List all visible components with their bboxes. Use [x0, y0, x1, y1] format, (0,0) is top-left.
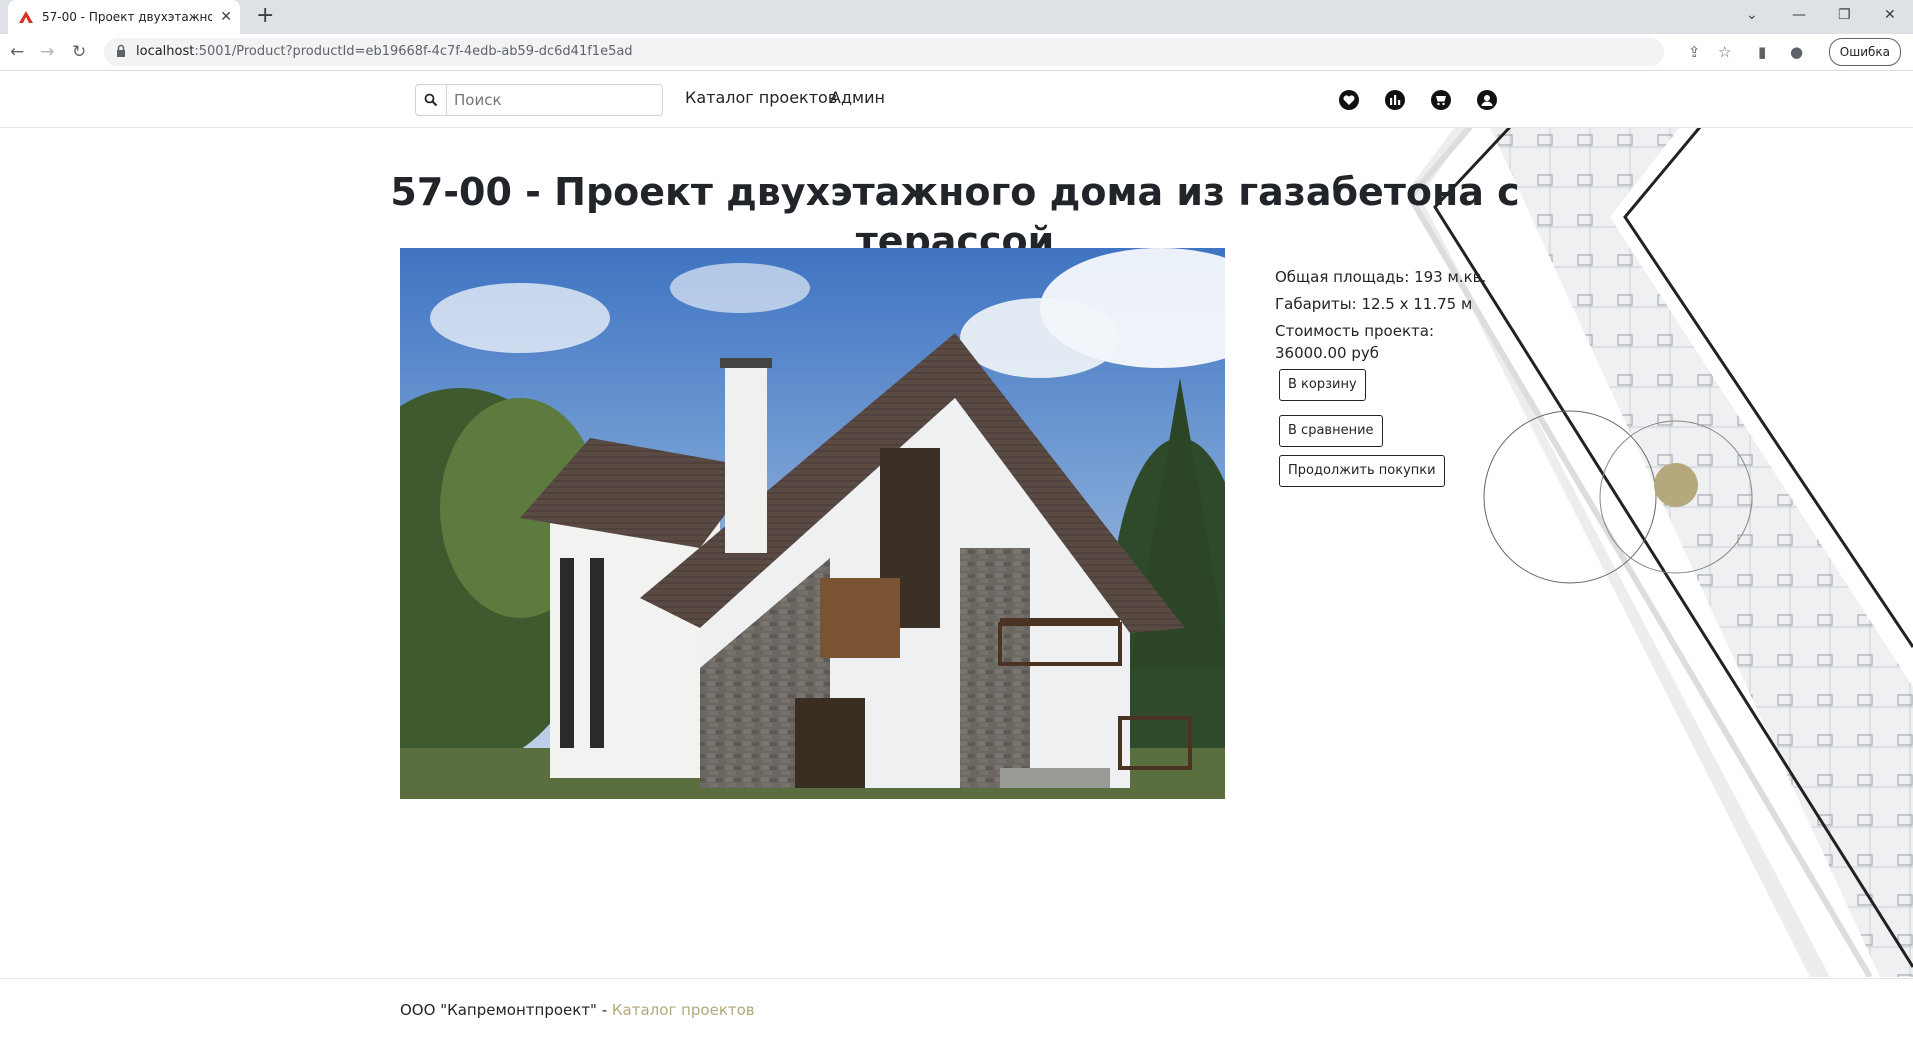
side-panel-icon[interactable]: ▮	[1758, 43, 1766, 61]
browser-toolbar: ← → ↻ localhost:5001/Product?productId=e…	[0, 34, 1913, 71]
price-value: 36000.00 руб	[1275, 344, 1379, 362]
search-box	[415, 84, 663, 116]
profile-icon[interactable]: ●	[1790, 43, 1803, 61]
share-icon[interactable]: ⇪	[1688, 43, 1701, 61]
restore-icon[interactable]: ❐	[1838, 6, 1851, 24]
search-icon[interactable]	[416, 85, 447, 115]
browser-tab[interactable]: 57-00 - Проект двухэтажного дома из газа…	[8, 0, 240, 34]
bookmark-star-icon[interactable]: ☆	[1718, 43, 1731, 61]
heart-icon[interactable]	[1339, 90, 1359, 110]
chart-icon[interactable]	[1385, 90, 1405, 110]
back-icon[interactable]: ←	[10, 43, 24, 61]
reload-icon[interactable]: ↻	[72, 43, 86, 61]
nav-catalog-link[interactable]: Каталог проектов	[685, 88, 837, 107]
product-info: Общая площадь: 193 м.кв. Габариты: 12.5 …	[1275, 266, 1505, 487]
user-icon[interactable]	[1477, 90, 1497, 110]
address-bar[interactable]: localhost:5001/Product?productId=eb19668…	[104, 38, 1664, 66]
price-label: Стоимость проекта:	[1275, 322, 1435, 340]
close-tab-icon[interactable]: ✕	[220, 8, 232, 26]
footer-text: ООО "Капремонтпроект" - Каталог проектов	[400, 1001, 755, 1019]
site-header: Каталог проектов Админ	[0, 71, 1913, 128]
continue-shopping-button[interactable]: Продолжить покупки	[1279, 455, 1445, 487]
add-to-cart-button[interactable]: В корзину	[1279, 369, 1366, 401]
footer-catalog-link[interactable]: Каталог проектов	[612, 1001, 755, 1019]
forward-icon[interactable]: →	[40, 43, 54, 61]
search-input[interactable]	[452, 85, 656, 115]
url-text: localhost:5001/Product?productId=eb19668…	[136, 44, 633, 59]
tab-search-icon[interactable]: ⌄	[1746, 6, 1758, 24]
new-tab-icon[interactable]: +	[256, 5, 274, 27]
nav-admin-link[interactable]: Админ	[830, 88, 885, 107]
area-label: Общая площадь: 193 м.кв.	[1275, 268, 1487, 286]
dimensions-label: Габариты: 12.5 x 11.75 м	[1275, 295, 1473, 313]
browser-tabbar: 57-00 - Проект двухэтажного дома из газа…	[0, 0, 1913, 34]
error-button[interactable]: Ошибка	[1828, 38, 1901, 66]
cart-icon[interactable]	[1431, 90, 1451, 110]
lock-icon	[117, 44, 125, 57]
minimize-icon[interactable]: —	[1792, 6, 1806, 24]
tab-title: 57-00 - Проект двухэтажного дома из газа…	[42, 10, 212, 24]
site-footer: ООО "Капремонтпроект" - Каталог проектов	[0, 978, 1913, 1042]
footer-company: ООО "Капремонтпроект" -	[400, 1001, 612, 1019]
add-to-compare-button[interactable]: В сравнение	[1279, 415, 1383, 447]
product-photo	[400, 248, 1225, 799]
site-logo-icon	[19, 11, 33, 23]
close-window-icon[interactable]: ✕	[1884, 6, 1896, 24]
page: Каталог проектов Админ 57-00 - Проект дв…	[0, 71, 1913, 1042]
